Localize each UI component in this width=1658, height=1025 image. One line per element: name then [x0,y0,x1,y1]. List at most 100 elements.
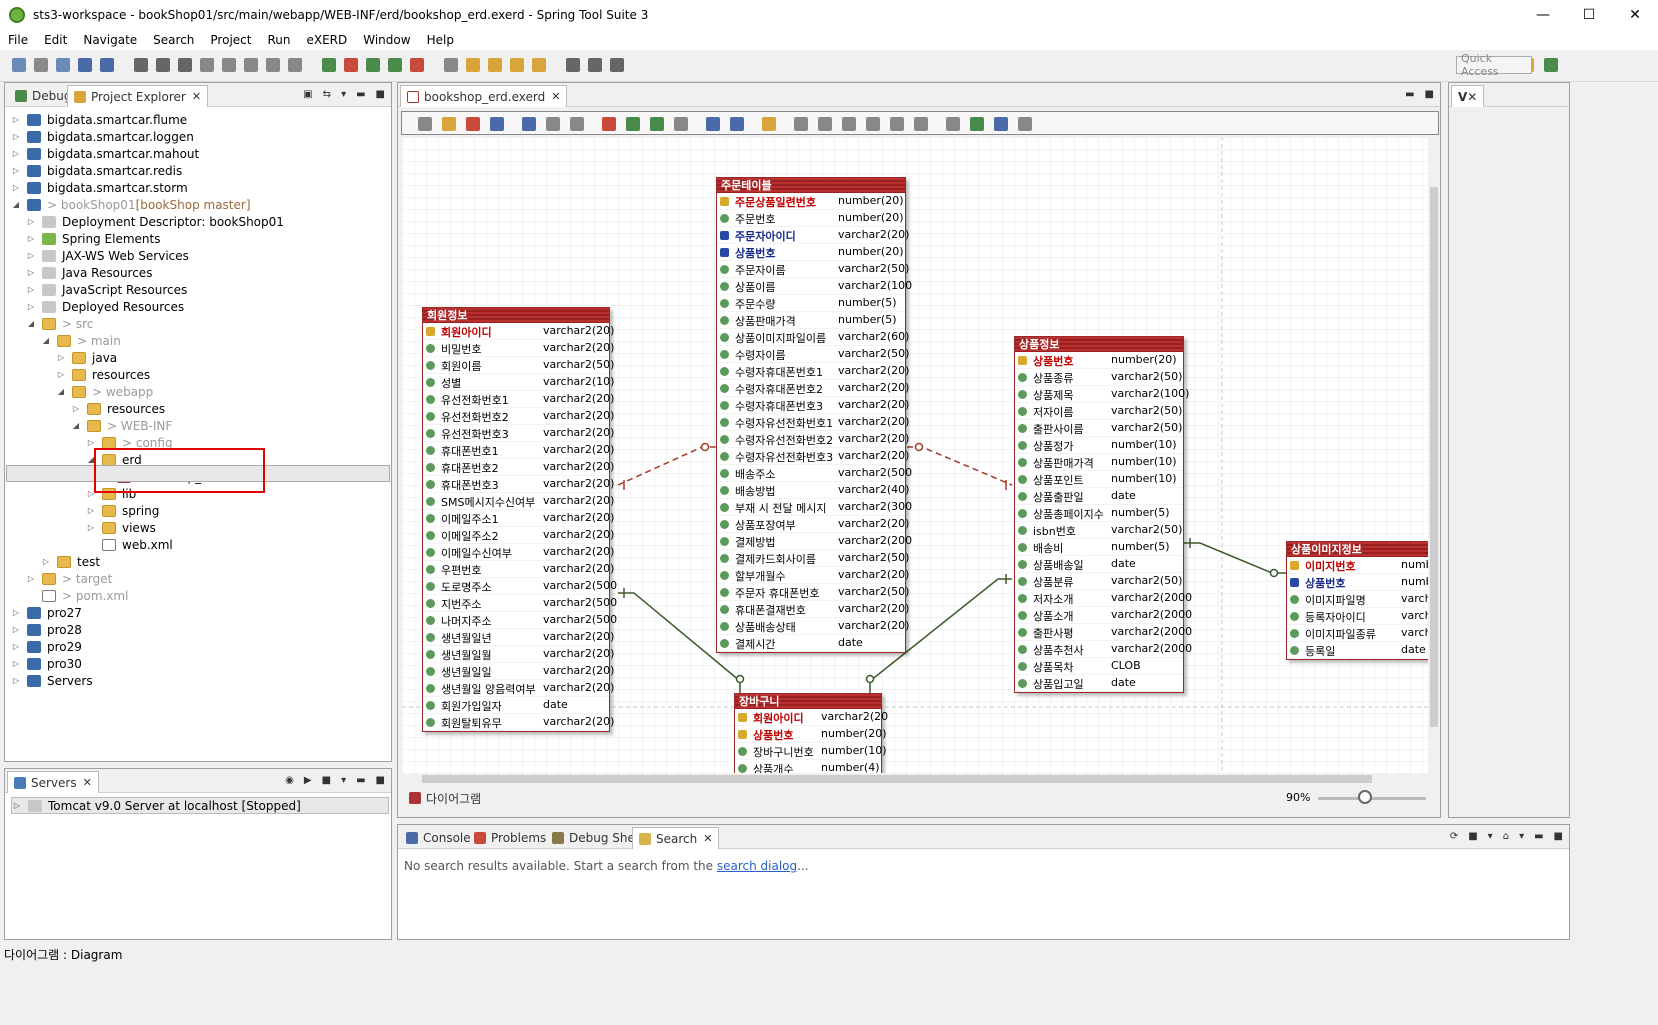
run-icon[interactable] [388,58,402,72]
erd-column-row[interactable]: 상품출판일 date [1015,488,1183,505]
search-icon[interactable] [510,58,524,72]
erd-column-row[interactable]: SMS메시지수신여부 varchar2(20) [423,493,614,510]
align-top-icon[interactable] [866,117,880,131]
erd-column-row[interactable]: 상품번호 number(20) [735,726,887,743]
start-server-icon[interactable]: ▶ [304,775,312,786]
next-icon[interactable] [610,58,624,72]
erd-column-row[interactable]: 출판사평 varchar2(2000 [1015,624,1192,641]
view-menu-icon[interactable]: ▾ [1519,831,1524,842]
close-tab-icon[interactable]: ✕ [703,832,712,845]
expand-arrow-icon[interactable]: ▷ [11,625,21,634]
minimize-view-icon[interactable]: ▬ [356,89,365,100]
minimize-view-icon[interactable]: ▬ [1405,89,1414,100]
tree-item[interactable]: ▷ Spring Elements [26,230,161,247]
erd-column-row[interactable]: 저자이름 varchar2(50) [1015,403,1183,420]
erd-column-row[interactable]: 회원아이디 varchar2(20 [735,709,888,726]
expand-arrow-icon[interactable]: ▷ [11,676,21,685]
skip-breakpoints-icon[interactable] [100,58,114,72]
expand-arrow-icon[interactable]: ▷ [26,217,36,226]
erd-column-row[interactable]: 배송방법 varchar2(40) [717,482,909,499]
zoom-tool-icon[interactable] [570,117,584,131]
erd-column-row[interactable]: 유선전화번호3 varchar2(20) [423,425,614,442]
erd-column-row[interactable]: 결제시간 date [717,635,905,652]
erd-column-row[interactable]: 도로명주소 varchar2(500 [423,578,617,595]
search-dialog-link[interactable]: search dialog [717,859,797,873]
expand-arrow-icon[interactable]: ▷ [11,115,21,124]
menu-window[interactable]: Window [355,33,418,47]
expand-arrow-icon[interactable]: ▷ [86,438,96,447]
erd-column-row[interactable]: 상품번호 number(20) [1015,352,1183,369]
erd-column-row[interactable]: 수령자유선전화번호1 varchar2(20) [717,414,909,431]
erd-column-row[interactable]: 이미지파일종류 varchar [1287,625,1428,642]
erd-column-row[interactable]: 상품입고일 date [1015,675,1183,692]
erd-column-row[interactable]: 상품추천사 varchar2(2000 [1015,641,1192,658]
new-icon[interactable] [12,58,26,72]
erd-column-row[interactable]: 지번주소 varchar2(500 [423,595,617,612]
export-icon[interactable] [946,117,960,131]
tree-item[interactable]: ◢ > webapp [56,383,153,400]
stop-server-icon[interactable] [344,58,358,72]
tree-item[interactable]: ▷ Deployed Resources [26,298,184,315]
stop-server-icon[interactable]: ■ [322,775,331,786]
hand-tool-icon[interactable] [546,117,560,131]
forward-icon[interactable] [588,58,602,72]
erd-column-row[interactable]: 수령자이름 varchar2(50) [717,346,909,363]
expand-arrow-icon[interactable]: ▷ [11,659,21,668]
tree-item[interactable]: ▷ views [86,519,156,536]
tree-item[interactable]: ◢ > WEB-INF [71,417,172,434]
erd-column-row[interactable]: 휴대폰결재번호 varchar2(20) [717,601,909,618]
tree-item[interactable]: ▷ bigdata.smartcar.mahout [11,145,199,162]
expand-arrow-icon[interactable]: ◢ [11,200,21,209]
erd-column-row[interactable]: 이메일주소2 varchar2(20) [423,527,614,544]
tree-item[interactable]: ▷ pro30 [11,655,82,672]
tree-item[interactable]: ▷ JAX-WS Web Services [26,247,189,264]
tree-item[interactable]: ▷ test [41,553,100,570]
expand-arrow-icon[interactable]: ▷ [86,523,96,532]
erd-column-row[interactable]: 주문수량 number(5) [717,295,905,312]
print-icon[interactable] [730,117,744,131]
tree-item[interactable]: ◢ > bookShop01 [bookShop master] [11,196,251,213]
align-center-icon[interactable] [818,117,832,131]
view-menu-icon[interactable]: ▾ [341,775,346,786]
erd-column-row[interactable]: 회원이름 varchar2(50) [423,357,614,374]
erd-column-row[interactable]: 상품포장여부 varchar2(20) [717,516,909,533]
tree-item[interactable]: ◢ > src [26,315,93,332]
open-type-icon[interactable] [466,58,480,72]
menu-navigate[interactable]: Navigate [75,33,145,47]
tree-item[interactable]: ▷ Deployment Descriptor: bookShop01 [26,213,284,230]
menu-run[interactable]: Run [259,33,298,47]
erd-column-row[interactable]: 이메일주소1 varchar2(20) [423,510,614,527]
validate-icon[interactable] [970,117,984,131]
erd-column-row[interactable]: 상품제목 varchar2(100) [1015,386,1189,403]
print-icon[interactable] [78,58,92,72]
tree-item[interactable]: > pom.xml [26,587,128,604]
tree-item[interactable]: ▷ pro28 [11,621,82,638]
erd-column-row[interactable]: 상품번호 number(20) [717,244,905,261]
close-tab-icon[interactable]: ✕ [192,90,201,103]
expand-arrow-icon[interactable]: ▷ [11,132,21,141]
select-tool-icon[interactable] [522,117,536,131]
save-all-icon[interactable] [56,58,70,72]
expand-arrow-icon[interactable]: ▷ [56,353,66,362]
expand-arrow-icon[interactable]: ▷ [71,404,81,413]
erd-column-row[interactable]: 주문번호 number(20) [717,210,905,227]
tree-item[interactable]: web.xml [86,536,173,553]
maximize-view-icon[interactable]: ■ [1425,89,1434,100]
erd-column-row[interactable]: 상품총페이지수 number(5) [1015,505,1183,522]
new-wizard-icon[interactable] [444,58,458,72]
menu-edit[interactable]: Edit [36,33,75,47]
menu-exerd[interactable]: eXERD [298,33,355,47]
properties-icon[interactable] [490,117,504,131]
step-into-icon[interactable] [222,58,236,72]
expand-arrow-icon[interactable]: ▷ [11,166,21,175]
erd-column-row[interactable]: 상품분류 varchar2(50) [1015,573,1183,590]
server-row[interactable]: ▷ Tomcat v9.0 Server at localhost [Stopp… [11,797,389,814]
expand-arrow-icon[interactable]: ▷ [26,302,36,311]
close-tab-icon[interactable]: ✕ [551,90,560,103]
tree-item[interactable]: ▷ bigdata.smartcar.storm [11,179,188,196]
cancel-search-icon[interactable]: ■ [1468,831,1477,842]
erd-column-row[interactable]: 상품배송상태 varchar2(20) [717,618,909,635]
tab-project-explorer[interactable]: Project Explorer ✕ [67,85,209,107]
tab-console[interactable]: Console [400,827,477,849]
maximize-button[interactable]: ☐ [1566,0,1612,30]
